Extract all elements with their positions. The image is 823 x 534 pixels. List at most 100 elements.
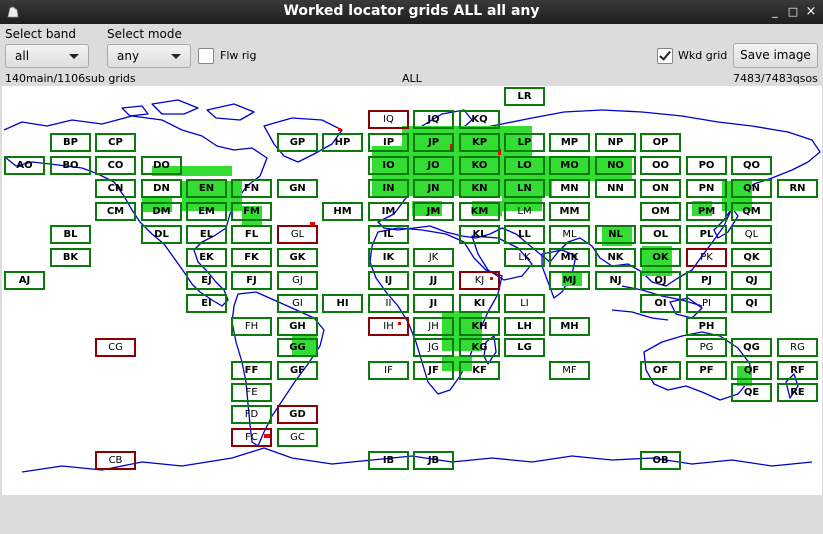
grid-square-fn[interactable]: FN [231,179,272,198]
grid-square-el[interactable]: EL [186,225,227,244]
grid-square-lm[interactable]: LM [504,202,545,221]
grid-square-gn[interactable]: GN [277,179,318,198]
grid-square-en[interactable]: EN [186,179,227,198]
grid-square-co[interactable]: CO [95,156,136,175]
grid-square-jh[interactable]: JH [413,317,454,336]
grid-square-jk[interactable]: JK [413,248,454,267]
grid-square-gl[interactable]: GL [277,225,318,244]
grid-square-cm[interactable]: CM [95,202,136,221]
grid-square-qf[interactable]: QF [731,361,772,380]
grid-square-ij[interactable]: IJ [368,271,409,290]
grid-square-pi[interactable]: PI [686,294,727,313]
grid-square-ek[interactable]: EK [186,248,227,267]
grid-square-ih[interactable]: IH [368,317,409,336]
band-select[interactable]: all [5,44,89,68]
grid-square-jn[interactable]: JN [413,179,454,198]
grid-square-nj[interactable]: NJ [595,271,636,290]
grid-square-fl[interactable]: FL [231,225,272,244]
grid-square-hi[interactable]: HI [322,294,363,313]
grid-square-jm[interactable]: JM [413,202,454,221]
grid-square-jb[interactable]: JB [413,451,454,470]
grid-square-ln[interactable]: LN [504,179,545,198]
grid-square-lk[interactable]: LK [504,248,545,267]
grid-square-fk[interactable]: FK [231,248,272,267]
grid-square-gf[interactable]: GF [277,361,318,380]
grid-square-fe[interactable]: FE [231,383,272,402]
grid-square-ko[interactable]: KO [459,156,500,175]
grid-square-km[interactable]: KM [459,202,500,221]
grid-square-fh[interactable]: FH [231,317,272,336]
grid-square-mf[interactable]: MF [549,361,590,380]
grid-square-kn[interactable]: KN [459,179,500,198]
grid-square-cg[interactable]: CG [95,338,136,357]
grid-square-mn[interactable]: MN [549,179,590,198]
grid-square-jp[interactable]: JP [413,133,454,152]
grid-square-ib[interactable]: IB [368,451,409,470]
grid-square-pk[interactable]: PK [686,248,727,267]
grid-square-ob[interactable]: OB [640,451,681,470]
grid-square-rn[interactable]: RN [777,179,818,198]
grid-square-op[interactable]: OP [640,133,681,152]
grid-square-bk[interactable]: BK [50,248,91,267]
grid-square-jg[interactable]: JG [413,338,454,357]
grid-square-pf[interactable]: PF [686,361,727,380]
grid-square-ok[interactable]: OK [640,248,681,267]
grid-square-gj[interactable]: GJ [277,271,318,290]
grid-square-do[interactable]: DO [141,156,182,175]
grid-square-fc[interactable]: FC [231,428,272,447]
grid-square-jq[interactable]: JQ [413,110,454,129]
grid-square-np[interactable]: NP [595,133,636,152]
grid-square-ol[interactable]: OL [640,225,681,244]
grid-square-hp[interactable]: HP [322,133,363,152]
grid-square-ei[interactable]: EI [186,294,227,313]
world-map[interactable]: LR IQ JQ KQ BP CP GP HP IP JP KP LP MP NP OP AO BO CO DO IO… [2,86,822,495]
grid-square-jo[interactable]: JO [413,156,454,175]
grid-square-gp[interactable]: GP [277,133,318,152]
grid-square-ji[interactable]: JI [413,294,454,313]
grid-square-ej[interactable]: EJ [186,271,227,290]
grid-square-io[interactable]: IO [368,156,409,175]
grid-square-mm[interactable]: MM [549,202,590,221]
grid-square-ml[interactable]: ML [549,225,590,244]
close-icon[interactable]: × [804,5,818,19]
grid-square-ao[interactable]: AO [4,156,45,175]
grid-square-im[interactable]: IM [368,202,409,221]
grid-square-iq[interactable]: IQ [368,110,409,129]
grid-square-lr[interactable]: LR [504,87,545,106]
grid-square-lo[interactable]: LO [504,156,545,175]
save-image-button[interactable]: Save image [733,43,818,68]
grid-square-gk[interactable]: GK [277,248,318,267]
grid-square-qe[interactable]: QE [731,383,772,402]
mode-select[interactable]: any [107,44,191,68]
grid-square-lh[interactable]: LH [504,317,545,336]
grid-square-jj[interactable]: JJ [413,271,454,290]
grid-square-in[interactable]: IN [368,179,409,198]
grid-square-qj[interactable]: QJ [731,271,772,290]
grid-square-qo[interactable]: QO [731,156,772,175]
grid-square-nn[interactable]: NN [595,179,636,198]
grid-square-re[interactable]: RE [777,383,818,402]
grid-square-dn[interactable]: DN [141,179,182,198]
grid-square-lp[interactable]: LP [504,133,545,152]
grid-square-ff[interactable]: FF [231,361,272,380]
grid-square-mh[interactable]: MH [549,317,590,336]
grid-square-mk[interactable]: MK [549,248,590,267]
grid-square-qk[interactable]: QK [731,248,772,267]
grid-square-cb[interactable]: CB [95,451,136,470]
grid-square-pg[interactable]: PG [686,338,727,357]
grid-square-nk[interactable]: NK [595,248,636,267]
grid-square-pl[interactable]: PL [686,225,727,244]
grid-square-em[interactable]: EM [186,202,227,221]
wkd-grid-checkbox[interactable] [657,48,673,64]
grid-square-gg[interactable]: GG [277,338,318,357]
grid-square-kp[interactable]: KP [459,133,500,152]
grid-square-on[interactable]: ON [640,179,681,198]
grid-square-li[interactable]: LI [504,294,545,313]
grid-square-gc[interactable]: GC [277,428,318,447]
grid-square-dm[interactable]: DM [141,202,182,221]
grid-square-ql[interactable]: QL [731,225,772,244]
grid-square-pm[interactable]: PM [686,202,727,221]
grid-square-fj[interactable]: FJ [231,271,272,290]
grid-square-of[interactable]: OF [640,361,681,380]
grid-square-lg[interactable]: LG [504,338,545,357]
